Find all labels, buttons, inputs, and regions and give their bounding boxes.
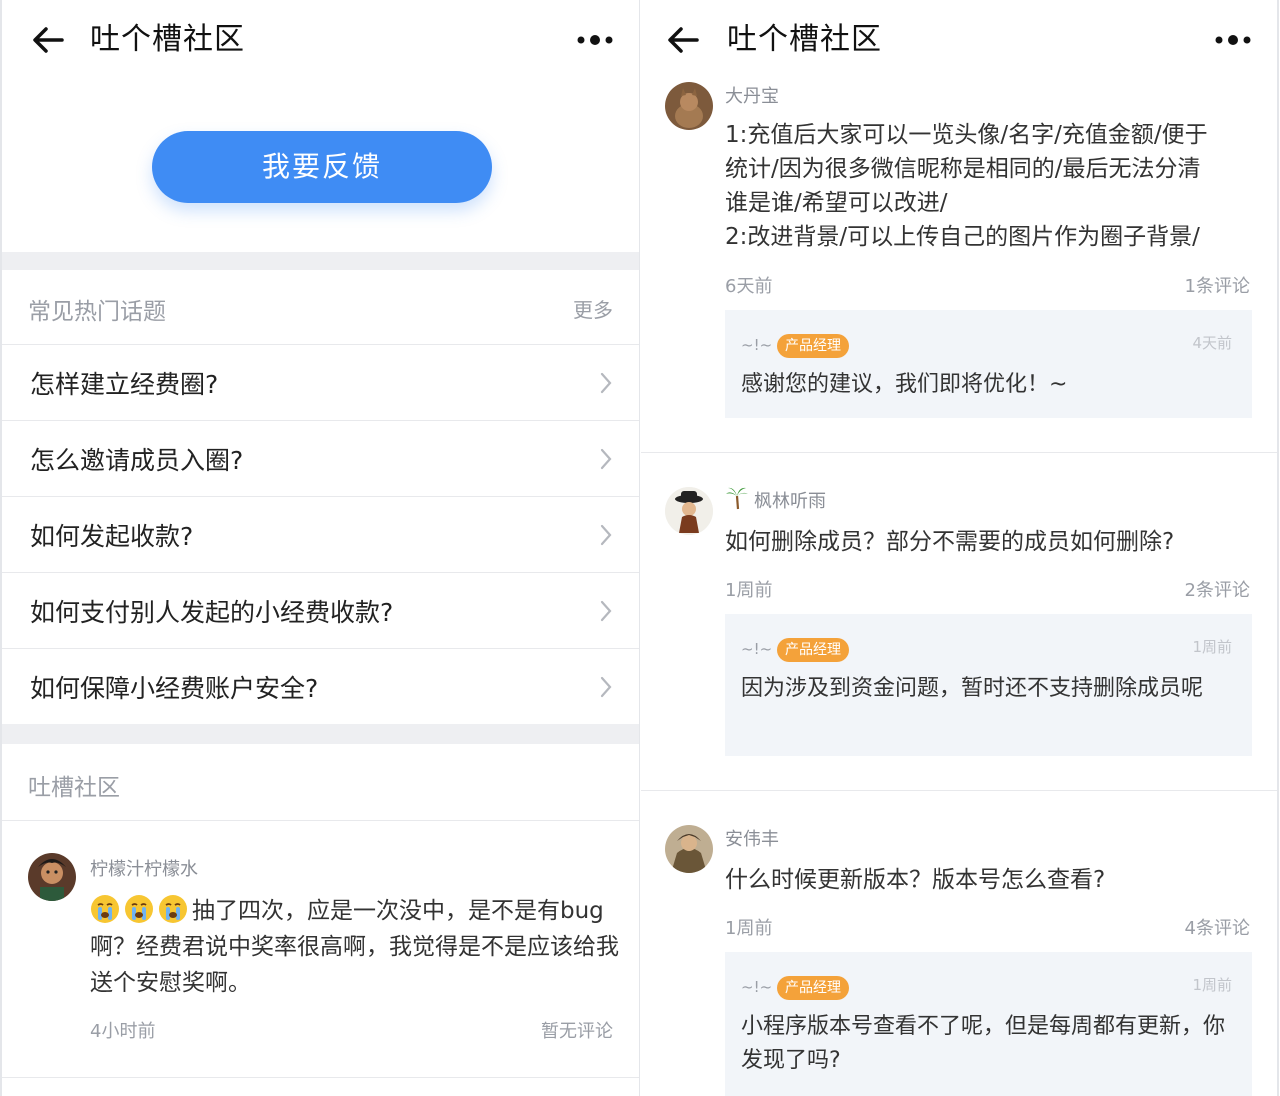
avatar[interactable] xyxy=(28,853,76,901)
avatar[interactable] xyxy=(665,82,713,130)
official-reply: ~!~ 产品经理 1周前 因为涉及到资金问题，暂时还不支持删除成员呢 xyxy=(725,614,1252,756)
post-content: 什么时候更新版本？版本号怎么查看? xyxy=(725,862,1255,898)
reply-time: 4天前 xyxy=(1192,334,1232,352)
post-text-line: 什么时候更新版本？版本号怎么查看? xyxy=(725,867,1106,893)
faq-header: 常见热门话题 更多 xyxy=(2,272,639,344)
chevron-right-icon xyxy=(600,372,612,394)
role-badge: 产品经理 xyxy=(777,638,849,662)
faq-question: 怎样建立经费圈? xyxy=(30,370,219,399)
post-content: 1:充值后大家可以一览头像/名字/充值金额/便于 统计/因为很多微信昵称是相同的… xyxy=(725,118,1255,254)
crying-emoji-icon xyxy=(125,895,153,923)
back-arrow-icon[interactable] xyxy=(28,20,68,60)
palm-tree-icon xyxy=(726,487,748,510)
role-badge: 产品经理 xyxy=(777,334,849,358)
reply-time: 1周前 xyxy=(1192,638,1232,656)
post-text-line: 统计/因为很多微信昵称是相同的/最后无法分清 xyxy=(725,156,1201,182)
post-text-line: 2:改进背景/可以上传自己的图片作为圈子背景/ xyxy=(725,224,1200,250)
comment-count[interactable]: 2条评论 xyxy=(1185,576,1250,602)
post-time: 4小时前 xyxy=(90,1021,156,1042)
post-text-line: 如何删除成员？部分不需要的成员如何删除? xyxy=(725,529,1175,555)
faq-question: 如何保障小经费账户安全? xyxy=(30,674,319,703)
reply-time: 1周前 xyxy=(1192,976,1232,994)
reply-text: 感谢您的建议，我们即将优化！~ xyxy=(741,372,1068,397)
role-badge: 产品经理 xyxy=(777,976,849,1000)
faq-item[interactable]: 怎么邀请成员入圈? xyxy=(2,420,639,496)
back-arrow-icon[interactable] xyxy=(663,20,703,60)
chevron-right-icon xyxy=(600,600,612,622)
faq-item[interactable]: 如何支付别人发起的小经费收款? xyxy=(2,572,639,648)
post-author: 枫林听雨 xyxy=(754,491,826,512)
post-time: 1周前 xyxy=(725,918,773,939)
faq-item[interactable]: 怎样建立经费圈? xyxy=(2,344,639,420)
post-author: 大丹宝 xyxy=(725,86,779,107)
post-author: 柠檬汁柠檬水 xyxy=(90,859,198,880)
reply-signature: ~!~ xyxy=(741,336,773,354)
comment-count[interactable]: 1条评论 xyxy=(1185,272,1250,298)
section-divider xyxy=(2,252,639,270)
reply-signature: ~!~ xyxy=(741,640,773,658)
avatar[interactable] xyxy=(665,487,713,535)
faq-question: 如何支付别人发起的小经费收款? xyxy=(30,598,394,627)
crying-emoji-icon xyxy=(159,895,187,923)
post-text-line: 谁是谁/希望可以改进/ xyxy=(725,190,948,216)
chevron-right-icon xyxy=(600,448,612,470)
page-title: 吐个槽社区 xyxy=(90,22,245,57)
comment-count[interactable]: 4条评论 xyxy=(1185,914,1250,940)
section-divider xyxy=(2,724,639,744)
reply-text: 因为涉及到资金问题，暂时还不支持删除成员呢 xyxy=(741,676,1204,701)
faq-more-link[interactable]: 更多 xyxy=(573,294,613,323)
post-author: 安伟丰 xyxy=(725,829,779,850)
chevron-right-icon xyxy=(600,676,612,698)
more-dots-icon[interactable] xyxy=(573,26,617,54)
faq-heading: 常见热门话题 xyxy=(28,299,166,325)
reply-text: 小程序版本号查看不了呢，但是每周都有更新，你发现了吗? xyxy=(741,1014,1226,1073)
faq-question: 怎么邀请成员入圈? xyxy=(30,446,244,475)
reply-signature: ~!~ xyxy=(741,978,773,996)
faq-question: 如何发起收款? xyxy=(30,522,194,551)
post-divider xyxy=(641,790,1277,791)
post-text-line: 1:充值后大家可以一览头像/名字/充值金额/便于 xyxy=(725,122,1208,148)
faq-item[interactable]: 如何发起收款? xyxy=(2,496,639,572)
official-reply: ~!~ 产品经理 1周前 小程序版本号查看不了呢，但是每周都有更新，你发现了吗? xyxy=(725,952,1252,1096)
post-content: 如何删除成员？部分不需要的成员如何删除? xyxy=(725,524,1255,560)
left-screen: 吐个槽社区 我要反馈 常见热门话题 更多 怎样建立经费圈? 怎么邀请成员入圈? … xyxy=(0,0,640,1096)
post-divider xyxy=(641,452,1277,453)
post-time: 6天前 xyxy=(725,276,773,297)
nav-bar: 吐个槽社区 xyxy=(2,0,639,80)
community-post[interactable]: 柠檬汁柠檬水 抽了四次，应是一次没中，是不是有bug啊？经费君说中奖率很高啊，我… xyxy=(2,820,639,1078)
avatar[interactable] xyxy=(665,825,713,873)
nav-bar: 吐个槽社区 xyxy=(641,0,1277,80)
post-content: 抽了四次，应是一次没中，是不是有bug啊？经费君说中奖率很高啊，我觉得是不是应该… xyxy=(90,893,620,1001)
post-time: 1周前 xyxy=(725,580,773,601)
crying-emoji-icon xyxy=(91,895,119,923)
comment-count[interactable]: 暂无评论 xyxy=(541,1017,613,1043)
page-title: 吐个槽社区 xyxy=(727,22,882,57)
faq-item[interactable]: 如何保障小经费账户安全? xyxy=(2,648,639,724)
more-dots-icon[interactable] xyxy=(1211,26,1255,54)
community-header: 吐槽社区 xyxy=(2,746,639,818)
community-heading: 吐槽社区 xyxy=(28,775,120,801)
chevron-right-icon xyxy=(600,524,612,546)
feedback-button[interactable]: 我要反馈 xyxy=(152,131,492,203)
official-reply: ~!~ 产品经理 4天前 感谢您的建议，我们即将优化！~ xyxy=(725,310,1252,418)
